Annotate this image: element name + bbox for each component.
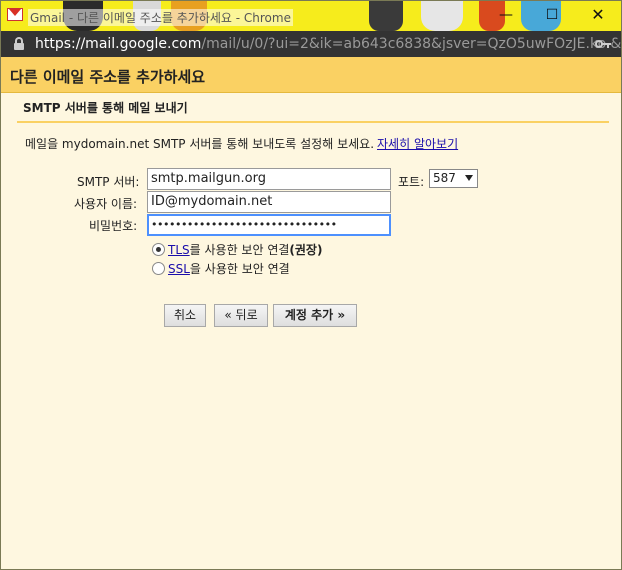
username-label: 사용자 이름: [74, 197, 138, 211]
back-button[interactable]: « 뒤로 [214, 304, 268, 327]
close-button[interactable]: ✕ [575, 1, 621, 31]
page-header: 다른 이메일 주소를 추가하세요 [1, 57, 621, 93]
page-title: 다른 이메일 주소를 추가하세요 [10, 68, 206, 86]
url-host: https://mail.google.com [35, 36, 202, 52]
password-input[interactable]: ••••••••••••••••••••••••••••••• [147, 214, 391, 236]
section-title: SMTP 서버를 통해 메일 보내기 [23, 101, 188, 115]
smtp-server-input[interactable]: smtp.mailgun.org [147, 168, 391, 190]
tls-text: 를 사용한 보안 연결 [189, 243, 290, 257]
title-bar[interactable]: Gmail - 다른 이메일 주소를 추가하세요 - Chrome — ☐ ✕ [1, 1, 621, 31]
minimize-button[interactable]: — [483, 1, 529, 31]
port-value: 587 [433, 171, 456, 185]
learn-more-link[interactable]: 자세히 알아보기 [377, 137, 458, 151]
smtp-server-label: SMTP 서버: [77, 175, 140, 189]
theme-decoration [369, 1, 403, 31]
tls-option[interactable]: TLS를 사용한 보안 연결(권장) [152, 241, 322, 258]
description-text: 메일을 mydomain.net SMTP 서버를 통해 보내도록 설정해 보세… [25, 137, 375, 151]
ssl-radio[interactable] [152, 262, 165, 275]
add-account-button[interactable]: 계정 추가 » [273, 304, 357, 327]
address-bar[interactable]: https://mail.google.com/mail/u/0/?ui=2&i… [1, 31, 622, 57]
ssl-option[interactable]: SSL을 사용한 보안 연결 [152, 260, 290, 277]
cancel-button[interactable]: 취소 [164, 304, 206, 327]
lock-icon[interactable] [14, 37, 24, 50]
window-title: Gmail - 다른 이메일 주소를 추가하세요 - Chrome [28, 9, 293, 26]
ssl-link[interactable]: SSL [168, 262, 190, 276]
gmail-icon [7, 8, 23, 21]
ssl-text: 을 사용한 보안 연결 [189, 262, 290, 276]
maximize-button[interactable]: ☐ [529, 1, 575, 31]
port-label: 포트: [398, 175, 425, 189]
url-text[interactable]: https://mail.google.com/mail/u/0/?ui=2&i… [35, 36, 622, 52]
theme-decoration [421, 1, 463, 31]
tls-link[interactable]: TLS [168, 243, 190, 257]
username-input[interactable]: ID@mydomain.net [147, 191, 391, 213]
port-select[interactable]: 587 [429, 169, 478, 188]
description: 메일을 mydomain.net SMTP 서버를 통해 보내도록 설정해 보세… [25, 135, 458, 152]
tls-recommended: (권장) [289, 243, 323, 257]
section-divider [17, 121, 609, 123]
key-icon[interactable] [595, 38, 611, 50]
popup-window: Gmail - 다른 이메일 주소를 추가하세요 - Chrome — ☐ ✕ … [0, 0, 622, 570]
password-label: 비밀번호: [89, 219, 138, 233]
dropdown-arrow-icon [465, 175, 473, 181]
url-path: /mail/u/0/?ui=2&ik=ab643c6838&jsver=QzO5… [201, 36, 622, 52]
tls-radio[interactable] [152, 243, 165, 256]
